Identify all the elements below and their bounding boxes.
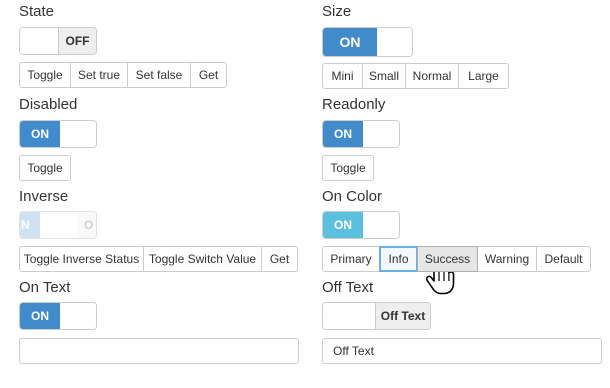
inverse-switch: N O <box>19 211 97 239</box>
switch-off-label: OFF <box>58 28 96 54</box>
on-text-heading: On Text <box>19 279 71 296</box>
state-button-group: Toggle Set true Set false Get <box>19 62 227 88</box>
size-button-group: Mini Small Normal Large <box>322 63 509 89</box>
disabled-button-group: Toggle <box>19 155 71 181</box>
state-heading: State <box>19 3 55 20</box>
on-color-button-group: Primary Info Success Warning Default <box>322 246 591 272</box>
disabled-switch: ON <box>19 120 97 148</box>
set-true-button[interactable]: Set true <box>70 62 128 88</box>
readonly-button-group: Toggle <box>322 155 374 181</box>
switch-off-label: Off Text <box>375 303 430 329</box>
switch-handle[interactable] <box>60 303 96 329</box>
warning-button[interactable]: Warning <box>477 246 537 272</box>
on-text-switch[interactable]: ON <box>19 302 97 330</box>
toggle-button[interactable]: Toggle <box>19 62 71 88</box>
mini-button[interactable]: Mini <box>322 63 363 89</box>
switch-handle[interactable] <box>377 28 412 56</box>
on-color-switch[interactable]: ON <box>322 211 400 239</box>
off-text-heading: Off Text <box>322 279 374 296</box>
switch-on-label: ON <box>20 121 60 147</box>
large-button[interactable]: Large <box>458 63 509 89</box>
on-text-input[interactable] <box>19 338 299 364</box>
switch-handle <box>363 121 399 147</box>
primary-button[interactable]: Primary <box>322 246 380 272</box>
state-switch[interactable]: OFF <box>19 27 97 55</box>
readonly-switch: ON <box>322 120 400 148</box>
readonly-heading: Readonly <box>322 96 386 113</box>
success-button[interactable]: Success <box>417 246 478 272</box>
switch-on-label: ON <box>323 28 377 56</box>
disabled-heading: Disabled <box>19 96 78 113</box>
toggle-button[interactable]: Toggle <box>19 155 71 181</box>
switch-handle <box>40 212 78 238</box>
switch-on-label: ON <box>323 121 363 147</box>
get-button[interactable]: Get <box>190 62 227 88</box>
size-heading: Size <box>322 3 352 20</box>
toggle-switch-value-button[interactable]: Toggle Switch Value <box>143 246 262 272</box>
size-switch[interactable]: ON <box>322 27 413 57</box>
inverse-button-group: Toggle Inverse Status Toggle Switch Valu… <box>19 246 298 272</box>
info-button[interactable]: Info <box>379 246 418 272</box>
on-color-heading: On Color <box>322 188 383 205</box>
inverse-heading: Inverse <box>19 188 69 205</box>
off-text-switch[interactable]: Off Text <box>322 302 431 330</box>
switch-on-label: ON <box>323 212 363 238</box>
default-button[interactable]: Default <box>536 246 591 272</box>
off-text-input[interactable]: Off Text <box>322 338 602 364</box>
switch-handle[interactable] <box>363 212 399 238</box>
set-false-button[interactable]: Set false <box>127 62 191 88</box>
switch-handle[interactable] <box>20 28 58 54</box>
switch-off-label: O <box>78 212 96 238</box>
switch-on-label: ON <box>20 303 60 329</box>
normal-button[interactable]: Normal <box>405 63 459 89</box>
get-button[interactable]: Get <box>261 246 298 272</box>
small-button[interactable]: Small <box>362 63 406 89</box>
toggle-button[interactable]: Toggle <box>322 155 374 181</box>
toggle-inverse-status-button[interactable]: Toggle Inverse Status <box>19 246 144 272</box>
switch-on-label: N <box>20 212 40 238</box>
switch-handle <box>60 121 96 147</box>
switch-handle[interactable] <box>323 303 375 329</box>
